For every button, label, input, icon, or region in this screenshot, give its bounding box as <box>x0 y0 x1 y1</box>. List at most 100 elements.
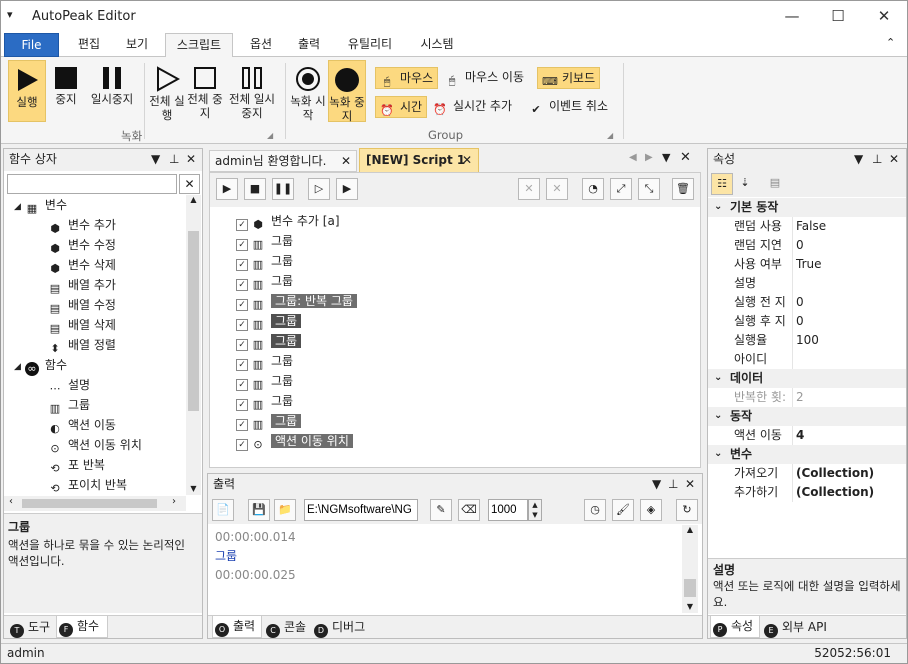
action-enabled-checkbox[interactable]: ✓ <box>236 319 248 331</box>
pin-icon[interactable]: ⊥ <box>872 149 882 170</box>
doc-tab-script1[interactable]: [NEW] Script 1 ✕ <box>359 148 479 172</box>
record-start-button[interactable]: 녹화 시작 <box>290 60 326 122</box>
tab-scroll-right-icon[interactable]: ▶ <box>645 152 653 163</box>
tab-file[interactable]: File <box>4 33 59 57</box>
script-run-button[interactable]: ▶ <box>216 178 238 200</box>
script-step-over-button[interactable]: ▶ <box>336 178 358 200</box>
property-row[interactable]: 설명 <box>708 274 906 293</box>
panel-menu-icon[interactable]: ▼ <box>854 149 863 170</box>
tab-script[interactable]: 스크립트 <box>165 33 233 58</box>
pause-all-button[interactable]: 전체 일시중지 <box>225 60 279 122</box>
tree-node-functions[interactable]: ◢ ∞ 함수 <box>14 355 67 376</box>
tab-debug[interactable]: D 디버그 <box>312 617 365 639</box>
clock-icon[interactable]: ◷ <box>584 499 606 521</box>
tab-options[interactable]: 옵션 <box>239 33 283 57</box>
doc-close-icon[interactable]: ✕ <box>680 150 691 165</box>
property-row[interactable]: 가져오기 (Collection) <box>708 464 906 483</box>
property-category[interactable]: ⌄ 동작 <box>708 407 906 426</box>
property-row[interactable]: 랜덤 지연 0 <box>708 236 906 255</box>
action-enabled-checkbox[interactable]: ✓ <box>236 279 248 291</box>
script-action-row[interactable]: ✓ ▥ 그룹: 반복 그룹 <box>236 291 357 311</box>
ribbon-collapse-icon[interactable]: ⌃ <box>886 36 895 49</box>
close-button[interactable]: ✕ <box>861 1 907 33</box>
group-launcher-icon[interactable]: ◢ <box>267 131 273 140</box>
tab-console[interactable]: C 콘솔 <box>264 617 306 639</box>
property-row[interactable]: 추가하기 (Collection) <box>708 483 906 502</box>
action-enabled-checkbox[interactable]: ✓ <box>236 239 248 251</box>
tab-close-icon[interactable]: ✕ <box>341 151 351 171</box>
panel-close-icon[interactable]: ✕ <box>889 149 899 170</box>
action-enabled-checkbox[interactable]: ✓ <box>236 259 248 271</box>
minimize-button[interactable]: — <box>769 1 815 33</box>
folder-icon[interactable]: 📁 <box>274 499 296 521</box>
property-row[interactable]: 액션 이동 4 <box>708 426 906 445</box>
property-row[interactable]: 실행 후 지0 <box>708 312 906 331</box>
scroll-thumb[interactable] <box>684 579 696 597</box>
script-action-row[interactable]: ✓ ▥ 그룹 <box>236 371 293 391</box>
tree-item-variable[interactable]: ⬢ 변수 수정 <box>48 235 116 255</box>
script-action-row[interactable]: ✓ ⬢ 변수 추가 [a] <box>236 211 340 231</box>
limit-spinner[interactable]: ▲ ▼ <box>528 499 542 521</box>
run-button[interactable]: 실행 <box>8 60 46 122</box>
tree-item-function[interactable]: ⟲ 포이치 반복 <box>48 475 127 495</box>
eraser-icon[interactable]: ⌫ <box>458 499 480 521</box>
script-stop-button[interactable]: ■ <box>244 178 266 200</box>
run-all-button[interactable]: 전체 실행 <box>149 60 185 122</box>
function-search-input[interactable] <box>7 174 177 194</box>
script-action-row[interactable]: ✓ ▥ 그룹 <box>236 231 293 251</box>
add-realtime-toggle[interactable]: ⏰ 실시간 추가 <box>429 96 516 118</box>
clear-search-button[interactable]: ✕ <box>179 174 200 194</box>
tree-item-variable[interactable]: ▤ 배열 삭제 <box>48 315 116 335</box>
scroll-up-icon[interactable]: ▲ <box>682 525 698 534</box>
brush-icon[interactable]: 🖌 <box>612 499 634 521</box>
script-action-row[interactable]: ✓ ▥ 그룹 <box>236 311 302 331</box>
stop-all-button[interactable]: 전체 중지 <box>187 60 223 122</box>
action-enabled-checkbox[interactable]: ✓ <box>236 399 248 411</box>
system-menu-icon[interactable]: ▾ <box>7 8 13 21</box>
fill-icon[interactable]: ◈ <box>640 499 662 521</box>
tree-item-function[interactable]: ⋯ 설명 <box>48 375 91 395</box>
scroll-down-icon[interactable]: ▼ <box>186 484 201 493</box>
doc-tab-welcome[interactable]: admin님 환영합니다. ✕ <box>209 150 357 172</box>
tree-item-variable[interactable]: ▤ 배열 추가 <box>48 275 116 295</box>
tab-scroll-left-icon[interactable]: ◀ <box>629 152 637 163</box>
refresh-icon[interactable]: ↻ <box>676 499 698 521</box>
action-enabled-checkbox[interactable]: ✓ <box>236 439 248 451</box>
mouse-move-toggle[interactable]: 🖱 마우스 이동 <box>441 67 528 89</box>
output-limit-input[interactable] <box>488 499 528 521</box>
action-enabled-checkbox[interactable]: ✓ <box>236 219 248 231</box>
action-enabled-checkbox[interactable]: ✓ <box>236 379 248 391</box>
collapse-icon[interactable]: ⌄ <box>714 369 722 387</box>
scroll-left-icon[interactable]: ‹ <box>9 496 13 507</box>
property-row[interactable]: 아이디 <box>708 350 906 369</box>
tree-item-variable[interactable]: ⬢ 변수 삭제 <box>48 255 116 275</box>
property-row[interactable]: 실행율 100 <box>708 331 906 350</box>
tree-item-variable[interactable]: ⬢ 변수 추가 <box>48 215 116 235</box>
scroll-right-icon[interactable]: › <box>172 496 176 507</box>
tree-vertical-scrollbar[interactable]: ▲ ▼ <box>186 195 201 495</box>
property-row[interactable]: 사용 여부 True <box>708 255 906 274</box>
scroll-thumb[interactable] <box>188 231 199 411</box>
script-action-row[interactable]: ✓ ▥ 그룹 <box>236 351 293 371</box>
property-row[interactable]: 실행 전 지0 <box>708 293 906 312</box>
new-log-icon[interactable]: 📄 <box>212 499 234 521</box>
collapse-icon[interactable]: ⌄ <box>714 445 722 463</box>
script-remove-button[interactable]: ✕ <box>546 178 568 200</box>
action-enabled-checkbox[interactable]: ✓ <box>236 419 248 431</box>
collapse-icon[interactable]: ⤡ <box>638 178 660 200</box>
collapse-icon[interactable]: ⌄ <box>714 198 722 216</box>
tab-system[interactable]: 시스템 <box>409 33 465 57</box>
tab-edit[interactable]: 편집 <box>67 33 111 57</box>
tree-item-function[interactable]: ⟲ 포 반복 <box>48 455 105 475</box>
script-pause-button[interactable]: ❚❚ <box>272 178 294 200</box>
pin-icon[interactable]: ⊥ <box>668 474 678 495</box>
tab-view[interactable]: 보기 <box>115 33 159 57</box>
tab-properties[interactable]: P 속성 <box>710 616 761 638</box>
collapse-icon[interactable]: ◢ <box>14 362 21 372</box>
tree-node-variables[interactable]: ◢ ▦ 변수 <box>14 195 67 215</box>
categorized-icon[interactable]: ☷ <box>711 173 733 195</box>
output-scrollbar[interactable]: ▲ ▼ <box>682 525 698 613</box>
action-enabled-checkbox[interactable]: ✓ <box>236 299 248 311</box>
script-action-row[interactable]: ✓ ▥ 그룹 <box>236 411 302 431</box>
action-enabled-checkbox[interactable]: ✓ <box>236 339 248 351</box>
